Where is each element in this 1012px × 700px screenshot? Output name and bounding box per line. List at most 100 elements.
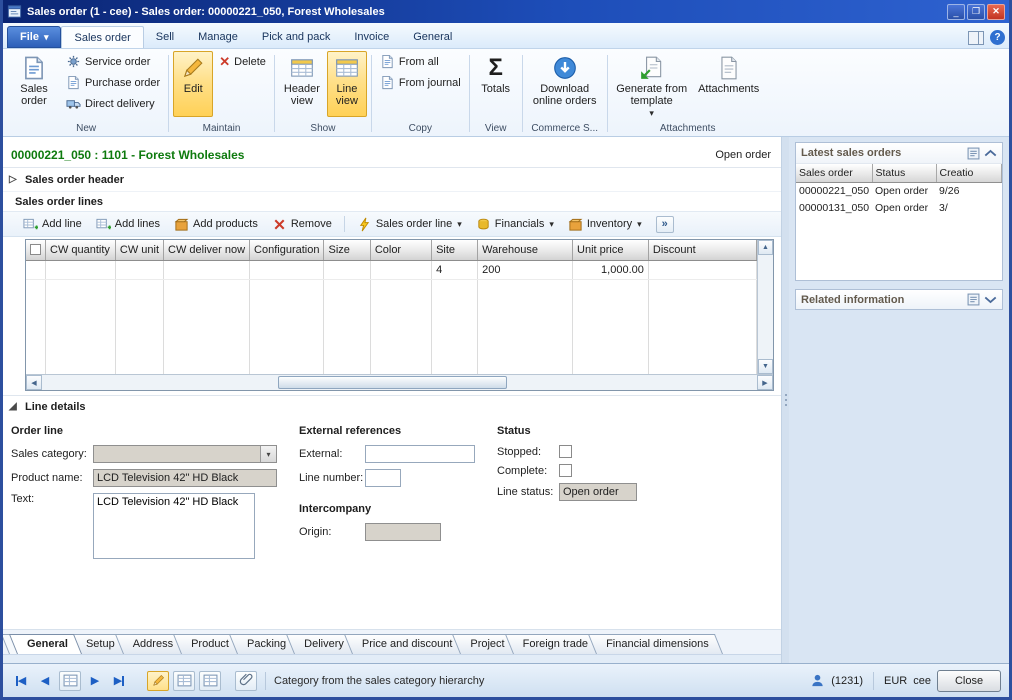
grid-view-button[interactable] — [59, 671, 81, 691]
bottom-tab-financial-dimensions[interactable]: Financial dimensions — [596, 634, 723, 654]
column-header[interactable]: Creatio — [936, 164, 1002, 182]
maximize-button[interactable]: ❐ — [967, 4, 985, 20]
edit-button[interactable]: Edit — [173, 51, 213, 117]
new-sales-order-button[interactable]: Sales order — [8, 51, 60, 117]
view-toggle-details-button[interactable] — [199, 671, 221, 691]
fact-cell[interactable]: Open order — [872, 182, 936, 199]
window-layout-icon[interactable] — [968, 31, 984, 45]
toolbar-overflow-button[interactable]: » — [656, 216, 674, 233]
scrollbar-thumb[interactable] — [278, 376, 507, 389]
column-header[interactable]: Configuration — [250, 240, 324, 260]
attachments-button[interactable]: Attachments — [694, 51, 764, 117]
add-products-button[interactable]: Add products — [168, 215, 264, 234]
fact-cell[interactable]: 00000221_050 — [796, 182, 872, 199]
financials-menu-button[interactable]: Financials ▾ — [470, 215, 560, 234]
grid-empty-row[interactable] — [26, 355, 757, 374]
minimize-button[interactable]: _ — [947, 4, 965, 20]
fact-cell[interactable]: 3/ — [936, 199, 1002, 216]
complete-checkbox[interactable] — [559, 464, 572, 477]
add-lines-button[interactable]: Add lines — [90, 215, 166, 234]
grid-empty-row[interactable] — [26, 279, 757, 298]
column-header[interactable]: Discount — [648, 240, 756, 260]
direct-delivery-button[interactable]: Direct delivery — [62, 93, 159, 114]
line-number-input[interactable] — [365, 469, 401, 487]
scrollbar-track[interactable] — [42, 375, 757, 390]
grid-cell[interactable] — [250, 260, 324, 279]
column-header[interactable]: Warehouse — [478, 240, 573, 260]
horizontal-scrollbar[interactable]: ◀ ▶ — [26, 374, 773, 390]
text-field[interactable]: LCD Television 42" HD Black — [93, 493, 255, 559]
help-icon[interactable]: ? — [990, 30, 1005, 45]
bottom-tab-price-and-discount[interactable]: Price and discount — [352, 634, 467, 654]
column-header[interactable]: CW deliver now — [164, 240, 250, 260]
scroll-down-icon[interactable]: ▼ — [758, 359, 773, 374]
column-header[interactable]: Unit price — [573, 240, 649, 260]
collapse-arrow-icon[interactable]: ◢ — [9, 401, 19, 412]
fact-cell[interactable]: Open order — [872, 199, 936, 216]
close-button[interactable]: Close — [937, 670, 1001, 692]
column-header[interactable]: Color — [370, 240, 431, 260]
row-selector[interactable] — [26, 260, 46, 279]
company-indicator[interactable]: cee — [913, 675, 931, 687]
external-input[interactable] — [365, 445, 475, 463]
grid-empty-row[interactable] — [26, 298, 757, 317]
edit-mode-button[interactable] — [147, 671, 169, 691]
view-toggle-grid-button[interactable] — [173, 671, 195, 691]
factbox-menu-icon[interactable] — [967, 293, 980, 306]
tab-manage[interactable]: Manage — [186, 26, 250, 48]
chevron-down-icon[interactable] — [984, 296, 997, 304]
scroll-up-icon[interactable]: ▲ — [758, 240, 773, 255]
tab-pick-and-pack[interactable]: Pick and pack — [250, 26, 342, 48]
fasttab-line-details[interactable]: ◢ Line details — [3, 395, 781, 417]
tab-general[interactable]: General — [401, 26, 464, 48]
from-all-button[interactable]: From all — [376, 51, 443, 72]
header-view-button[interactable]: Header view — [279, 51, 325, 117]
factbox-header[interactable]: Related information — [795, 289, 1003, 310]
tab-sales-order[interactable]: Sales order — [61, 26, 143, 48]
column-header[interactable]: CW quantity — [46, 240, 116, 260]
grid-cell[interactable] — [324, 260, 370, 279]
from-journal-button[interactable]: From journal — [376, 72, 465, 93]
grid-empty-row[interactable] — [26, 336, 757, 355]
column-header[interactable]: CW unit — [115, 240, 163, 260]
grid-cell[interactable] — [164, 260, 250, 279]
service-order-button[interactable]: Service order — [62, 51, 154, 72]
first-record-button[interactable]: ◀ — [11, 671, 31, 691]
select-all-cell[interactable] — [26, 240, 46, 260]
grid-cell[interactable]: 4 — [432, 260, 478, 279]
grid-empty-row[interactable] — [26, 317, 757, 336]
tab-invoice[interactable]: Invoice — [342, 26, 401, 48]
fact-cell[interactable]: 00000131_050 — [796, 199, 872, 216]
factbox-menu-icon[interactable] — [967, 147, 980, 160]
previous-record-button[interactable]: ◀ — [35, 671, 55, 691]
tab-sell[interactable]: Sell — [144, 26, 186, 48]
grid-cell[interactable] — [115, 260, 163, 279]
close-window-button[interactable]: ✕ — [987, 4, 1005, 20]
stopped-checkbox[interactable] — [559, 445, 572, 458]
expand-arrow-icon[interactable]: ▷ — [9, 174, 19, 185]
factbox-header[interactable]: Latest sales orders — [796, 143, 1002, 164]
generate-from-template-button[interactable]: Generate from template ▾ — [612, 51, 692, 121]
chevron-up-icon[interactable] — [984, 149, 997, 157]
vertical-scrollbar[interactable]: ▲ ▼ — [757, 240, 773, 374]
column-header[interactable]: Size — [324, 240, 370, 260]
column-header[interactable]: Status — [872, 164, 936, 182]
factbox-row[interactable]: 00000221_050 Open order 9/26 — [796, 182, 1002, 199]
grid-cell[interactable] — [648, 260, 756, 279]
line-view-button[interactable]: Line view — [327, 51, 367, 117]
purchase-order-button[interactable]: Purchase order — [62, 72, 164, 93]
remove-button[interactable]: Remove — [266, 215, 338, 234]
select-all-checkbox[interactable] — [30, 244, 41, 255]
fact-cell[interactable]: 9/26 — [936, 182, 1002, 199]
grid-cell[interactable]: 1,000.00 — [573, 260, 649, 279]
scroll-right-icon[interactable]: ▶ — [757, 375, 773, 390]
grid-cell[interactable] — [370, 260, 431, 279]
attachments-status-button[interactable] — [235, 671, 257, 691]
grid-cell[interactable] — [46, 260, 116, 279]
sales-order-line-menu-button[interactable]: Sales order line ▾ — [351, 215, 468, 234]
totals-button[interactable]: Σ Totals — [474, 51, 518, 117]
delete-button[interactable]: ✕ Delete — [215, 51, 270, 72]
bottom-tab-general[interactable]: General — [17, 634, 82, 654]
add-line-button[interactable]: Add line — [17, 215, 88, 234]
last-record-button[interactable]: ▶ — [109, 671, 129, 691]
